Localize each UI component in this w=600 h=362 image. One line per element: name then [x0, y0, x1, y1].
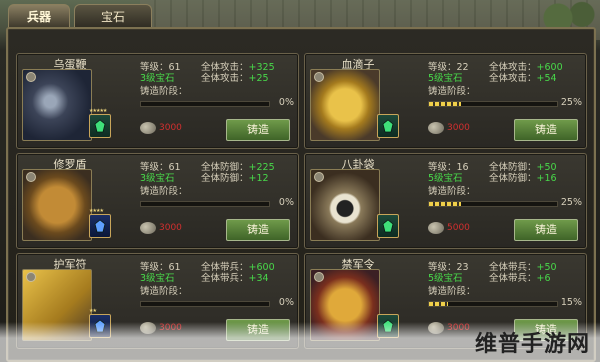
cost-value: 5000	[447, 223, 470, 233]
gem-slot-icon[interactable]	[377, 114, 399, 138]
gem-level-text: 3级宝石	[140, 273, 175, 284]
silver-ore-icon	[428, 222, 444, 234]
equipment-card: 血滴子 等级：22 5级宝石 铸造阶段： 全体攻击：+600 全体攻击：+54 …	[304, 53, 587, 149]
forge-button[interactable]: 铸造	[514, 219, 578, 241]
gem-icon	[382, 219, 394, 233]
silver-ore-icon	[140, 222, 156, 234]
material-cost: 3000	[428, 122, 470, 134]
lock-icon	[26, 172, 36, 182]
material-cost: 3000	[140, 222, 182, 234]
forge-button[interactable]: 铸造	[514, 119, 578, 141]
tab-gems[interactable]: 宝石	[74, 4, 153, 28]
equipment-card: 修罗盾 ★★★★ 等级：61 3级宝石 铸造阶段： 全体防御：+225 全体防御…	[16, 153, 299, 249]
stat2-value: +54	[536, 73, 557, 84]
watermark-text: 维普手游网	[474, 332, 590, 357]
lock-icon	[26, 72, 36, 82]
stage-label: 铸造阶段：	[140, 86, 188, 97]
silver-ore-icon	[140, 122, 156, 134]
stat2-value: +25	[248, 73, 269, 84]
stat2: 全体防御：+16	[489, 173, 557, 184]
stat2-value: +16	[536, 173, 557, 184]
forge-button[interactable]: 铸造	[226, 119, 290, 141]
forge-progress-bar	[428, 301, 558, 307]
equipment-card: 乌蛋鞭 ★★★★★ 等级：61 3级宝石 铸造阶段： 全体攻击：+325 全体攻…	[16, 53, 299, 149]
forge-progress-bar	[140, 201, 270, 207]
stat2: 全体攻击：+54	[489, 73, 557, 84]
forge-progress-bar	[140, 101, 270, 107]
gem-level-text: 3级宝石	[140, 173, 175, 184]
stat2: 全体带兵：+34	[201, 273, 269, 284]
silver-ore-icon	[428, 122, 444, 134]
forge-button[interactable]: 铸造	[226, 219, 290, 241]
forge-progress-percent: 15%	[560, 297, 582, 308]
tab-bar: 兵器 宝石	[8, 4, 153, 28]
gem-icon	[94, 219, 106, 233]
lock-icon	[314, 272, 324, 282]
stat2-value: +6	[536, 273, 551, 284]
forge-progress-bar	[428, 101, 558, 107]
stage-label: 铸造阶段：	[140, 186, 188, 197]
forge-progress-bar	[140, 301, 270, 307]
stage-label: 铸造阶段：	[428, 186, 476, 197]
lock-icon	[314, 172, 324, 182]
cost-value: 3000	[159, 223, 182, 233]
forge-progress-percent: 25%	[560, 97, 582, 108]
material-cost: 3000	[140, 122, 182, 134]
forge-progress-fill	[429, 202, 461, 206]
stat2-value: +34	[248, 273, 269, 284]
forge-progress-percent: 0%	[278, 297, 294, 308]
material-cost: 5000	[428, 222, 470, 234]
gem-slot-icon[interactable]	[89, 114, 111, 138]
gem-icon	[382, 119, 394, 133]
lock-icon	[314, 72, 324, 82]
forge-progress-percent: 0%	[278, 97, 294, 108]
forge-progress-fill	[429, 102, 461, 106]
gem-icon	[94, 119, 106, 133]
forge-progress-bar	[428, 201, 558, 207]
cost-value: 3000	[159, 123, 182, 133]
cost-value: 3000	[447, 123, 470, 133]
gem-level-text: 5级宝石	[428, 73, 463, 84]
gem-slot-icon[interactable]	[377, 214, 399, 238]
stage-label: 铸造阶段：	[428, 86, 476, 97]
gem-level-text: 5级宝石	[428, 173, 463, 184]
forge-progress-fill	[429, 302, 449, 306]
gem-level-text: 5级宝石	[428, 273, 463, 284]
stat2: 全体防御：+12	[201, 173, 269, 184]
lock-icon	[26, 272, 36, 282]
stat2: 全体攻击：+25	[201, 73, 269, 84]
forge-progress-percent: 0%	[278, 197, 294, 208]
gem-slot-icon[interactable]	[89, 214, 111, 238]
stat2-value: +12	[248, 173, 269, 184]
stage-label: 铸造阶段：	[140, 286, 188, 297]
stat2: 全体带兵：+6	[489, 273, 551, 284]
gem-level-text: 3级宝石	[140, 73, 175, 84]
equipment-card: 八卦袋 等级：16 5级宝石 铸造阶段： 全体防御：+50 全体防御：+16 2…	[304, 153, 587, 249]
equipment-panel: 乌蛋鞭 ★★★★★ 等级：61 3级宝石 铸造阶段： 全体攻击：+325 全体攻…	[6, 27, 596, 362]
tab-weapons[interactable]: 兵器	[8, 4, 71, 28]
forge-progress-percent: 25%	[560, 197, 582, 208]
stage-label: 铸造阶段：	[428, 286, 476, 297]
